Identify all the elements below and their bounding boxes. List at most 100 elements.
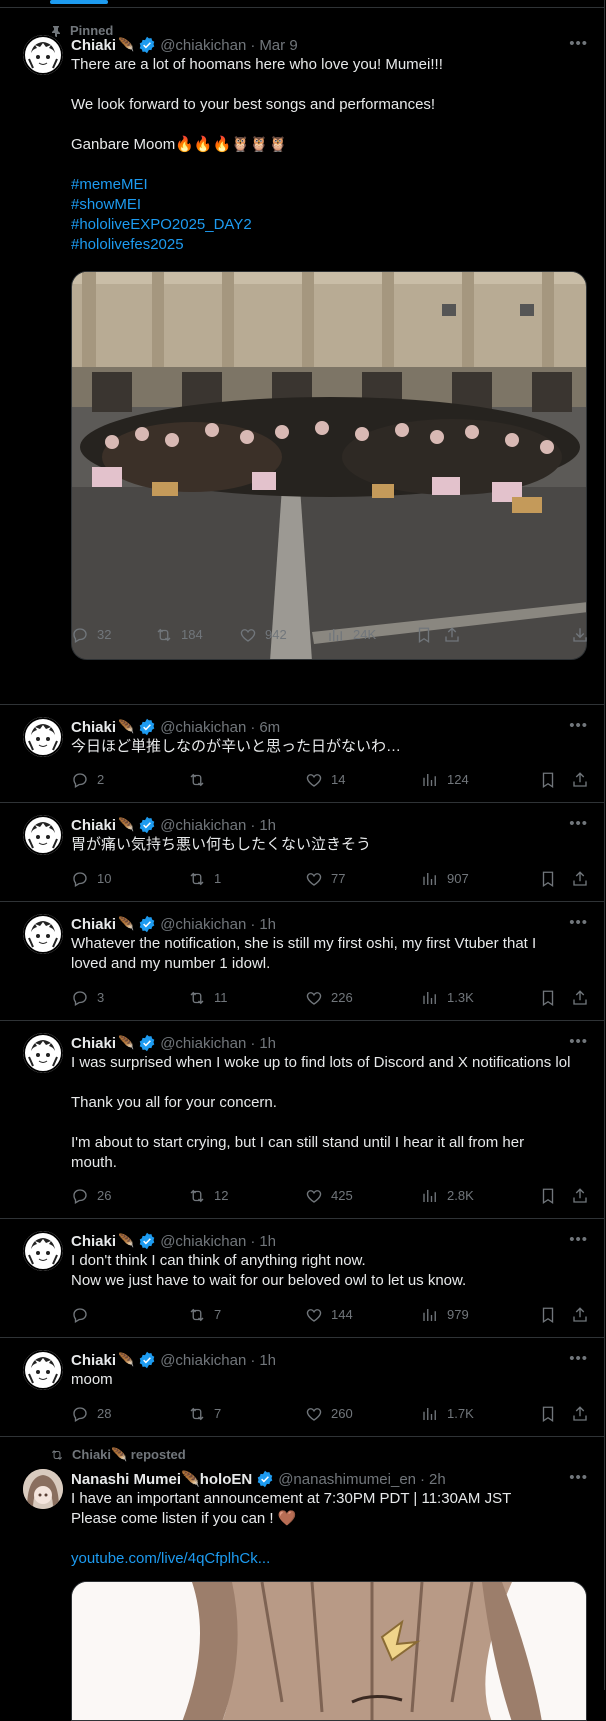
timestamp[interactable]: Mar 9 xyxy=(259,37,297,54)
tweet-pinned[interactable]: Pinned Chiaki 🪶 @chiakichan · Mar 9 ••• … xyxy=(0,8,604,705)
repost-button[interactable]: 12 xyxy=(188,1187,228,1205)
download-button[interactable] xyxy=(571,626,597,644)
reply-button[interactable]: 32 xyxy=(71,626,111,644)
tweet[interactable]: Chiaki 🪶 @chiakichan · 1h ••• 胃が痛い気持ち悪い何… xyxy=(0,803,604,902)
display-name[interactable]: Chiaki xyxy=(71,719,116,736)
share-button[interactable] xyxy=(571,1405,597,1423)
display-name[interactable]: Chiaki xyxy=(71,817,116,834)
handle[interactable]: @chiakichan xyxy=(160,1352,246,1369)
hashtag-link[interactable]: #hololiveEXPO2025_DAY2 xyxy=(71,215,588,235)
display-name[interactable]: Nanashi Mumei🪶holoEN xyxy=(71,1470,252,1488)
more-options-icon[interactable]: ••• xyxy=(569,1231,588,1248)
display-name[interactable]: Chiaki xyxy=(71,37,116,54)
hashtag-link[interactable]: #memeMEI xyxy=(71,175,588,195)
avatar[interactable] xyxy=(23,717,63,757)
share-button[interactable] xyxy=(571,1306,597,1324)
bookmark-button[interactable] xyxy=(415,626,441,644)
tweet[interactable]: Chiaki 🪶 @chiakichan · 6m ••• 今日ほど単推しなのが… xyxy=(0,705,604,803)
repost-button[interactable]: 11 xyxy=(188,989,228,1007)
timestamp[interactable]: 1h xyxy=(259,1233,276,1250)
avatar[interactable] xyxy=(23,35,63,75)
views-button[interactable]: 24K xyxy=(327,626,376,644)
timestamp[interactable]: 1h xyxy=(259,817,276,834)
share-button[interactable] xyxy=(443,626,469,644)
more-options-icon[interactable]: ••• xyxy=(569,717,588,734)
reply-button[interactable]: 28 xyxy=(71,1405,111,1423)
more-options-icon[interactable]: ••• xyxy=(569,1350,588,1367)
views-button[interactable]: 1.3K xyxy=(421,989,474,1007)
more-options-icon[interactable]: ••• xyxy=(569,1033,588,1050)
like-button[interactable]: 14 xyxy=(305,771,345,789)
display-name[interactable]: Chiaki xyxy=(71,1352,116,1369)
reply-button[interactable]: 2 xyxy=(71,771,104,789)
avatar[interactable] xyxy=(23,1033,63,1073)
like-button[interactable]: 942 xyxy=(239,626,287,644)
link-preview-image[interactable] xyxy=(71,1581,587,1721)
bookmark-button[interactable] xyxy=(539,1405,565,1423)
repost-button[interactable]: 7 xyxy=(188,1405,221,1423)
views-button[interactable]: 907 xyxy=(421,870,469,888)
youtube-link[interactable]: youtube.com/live/4qCfplhCk... xyxy=(71,1549,588,1569)
repost-label-text[interactable]: Chiaki🪶 reposted xyxy=(72,1447,186,1463)
tweet[interactable]: Chiaki 🪶 @chiakichan · 1h ••• moom 28 7 … xyxy=(0,1338,604,1437)
like-button[interactable]: 425 xyxy=(305,1187,353,1205)
avatar[interactable] xyxy=(23,815,63,855)
avatar[interactable] xyxy=(23,1350,63,1390)
bookmark-button[interactable] xyxy=(539,1306,565,1324)
timestamp[interactable]: 1h xyxy=(259,916,276,933)
bookmark-button[interactable] xyxy=(539,989,565,1007)
handle[interactable]: @chiakichan xyxy=(160,719,246,736)
reply-button[interactable]: 3 xyxy=(71,989,104,1007)
handle[interactable]: @nanashimumei_en xyxy=(278,1471,416,1488)
tweet-photo[interactable] xyxy=(71,271,587,660)
handle[interactable]: @chiakichan xyxy=(160,1035,246,1052)
share-button[interactable] xyxy=(571,870,597,888)
feather-emoji: 🪶 xyxy=(118,1233,135,1248)
avatar[interactable] xyxy=(23,1469,63,1509)
like-button[interactable]: 77 xyxy=(305,870,345,888)
handle[interactable]: @chiakichan xyxy=(160,916,246,933)
more-options-icon[interactable]: ••• xyxy=(569,815,588,832)
timestamp[interactable]: 1h xyxy=(259,1352,276,1369)
handle[interactable]: @chiakichan xyxy=(160,1233,246,1250)
share-button[interactable] xyxy=(571,1187,597,1205)
more-options-icon[interactable]: ••• xyxy=(569,914,588,931)
handle[interactable]: @chiakichan xyxy=(160,817,246,834)
display-name[interactable]: Chiaki xyxy=(71,1035,116,1052)
bookmark-button[interactable] xyxy=(539,771,565,789)
like-button[interactable]: 144 xyxy=(305,1306,353,1324)
reposted-tweet[interactable]: Chiaki🪶 reposted Nanashi Mumei🪶holoEN @n… xyxy=(0,1437,604,1721)
repost-button[interactable]: 7 xyxy=(188,1306,221,1324)
bookmark-button[interactable] xyxy=(539,870,565,888)
bookmark-button[interactable] xyxy=(539,1187,565,1205)
timestamp[interactable]: 6m xyxy=(259,719,280,736)
like-button[interactable]: 260 xyxy=(305,1405,353,1423)
repost-button[interactable]: 1 xyxy=(188,870,221,888)
timestamp[interactable]: 1h xyxy=(259,1035,276,1052)
reply-button[interactable] xyxy=(71,1306,97,1324)
like-button[interactable]: 226 xyxy=(305,989,353,1007)
handle[interactable]: @chiakichan xyxy=(160,37,246,54)
more-options-icon[interactable]: ••• xyxy=(569,35,588,52)
more-options-icon[interactable]: ••• xyxy=(569,1469,588,1486)
views-button[interactable]: 1.7K xyxy=(421,1405,474,1423)
avatar[interactable] xyxy=(23,1231,63,1271)
reply-button[interactable]: 26 xyxy=(71,1187,111,1205)
views-button[interactable]: 124 xyxy=(421,771,469,789)
repost-button[interactable]: 184 xyxy=(155,626,203,644)
views-button[interactable]: 979 xyxy=(421,1306,469,1324)
share-button[interactable] xyxy=(571,989,597,1007)
hashtag-link[interactable]: #hololivefes2025 xyxy=(71,235,588,255)
tweet[interactable]: Chiaki 🪶 @chiakichan · 1h ••• Whatever t… xyxy=(0,902,604,1021)
tweet[interactable]: Chiaki 🪶 @chiakichan · 1h ••• I don't th… xyxy=(0,1219,604,1338)
avatar[interactable] xyxy=(23,914,63,954)
display-name[interactable]: Chiaki xyxy=(71,1233,116,1250)
display-name[interactable]: Chiaki xyxy=(71,916,116,933)
tweet[interactable]: Chiaki 🪶 @chiakichan · 1h ••• I was surp… xyxy=(0,1021,604,1219)
timestamp[interactable]: 2h xyxy=(429,1471,446,1488)
hashtag-link[interactable]: #showMEI xyxy=(71,195,588,215)
reply-button[interactable]: 10 xyxy=(71,870,111,888)
views-button[interactable]: 2.8K xyxy=(421,1187,474,1205)
share-button[interactable] xyxy=(571,771,597,789)
repost-button[interactable] xyxy=(188,771,214,789)
